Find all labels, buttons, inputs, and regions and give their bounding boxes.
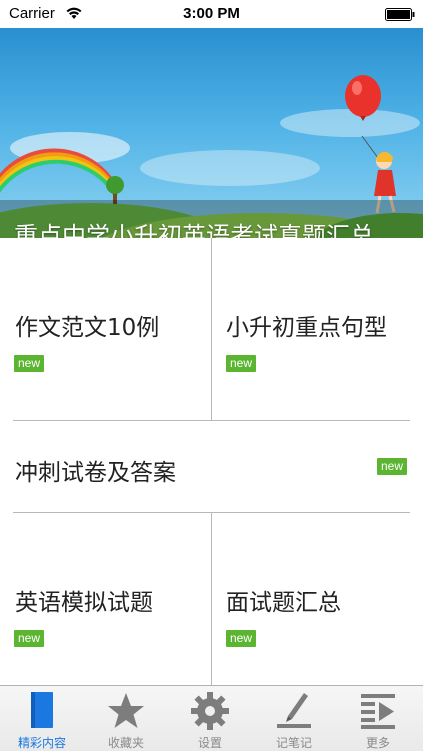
book-icon [31, 692, 53, 728]
grid-item-label: 冲刺试卷及答案 [15, 460, 176, 486]
new-badge: new [14, 355, 45, 372]
tab-take-notes[interactable]: 记笔记 [252, 686, 336, 751]
new-badge: new [14, 630, 45, 647]
tab-label: 记笔记 [275, 736, 312, 750]
divider [211, 238, 212, 420]
banner[interactable]: 重点中学小升初英语考试真题汇总 [0, 28, 423, 238]
tab-more[interactable]: 更多 [336, 686, 420, 751]
battery-icon [385, 8, 415, 21]
grid-item-mock-papers-answers[interactable]: 冲刺试卷及答案 new [0, 421, 423, 512]
more-icon [361, 694, 395, 729]
tab-favorites[interactable]: 收藏夹 [84, 686, 168, 751]
tab-label: 设置 [197, 736, 222, 750]
grid-item-label: 小升初重点句型 [226, 315, 387, 341]
tab-label: 更多 [365, 736, 390, 750]
tab-settings[interactable]: 设置 [168, 686, 252, 751]
grid-item-label: 面试题汇总 [226, 590, 341, 616]
status-bar: Carrier 3:00 PM [0, 0, 423, 28]
content-grid: 作文范文10例 new 小升初重点句型 new 冲刺试卷及答案 new 英语模拟… [0, 238, 423, 685]
banner-title: 重点中学小升初英语考试真题汇总 [14, 222, 374, 238]
grid-item-mock-exam[interactable]: 英语模拟试题 new [0, 513, 211, 685]
divider [211, 513, 212, 685]
grid-item-key-sentences[interactable]: 小升初重点句型 new [212, 238, 423, 420]
pen-icon [277, 693, 311, 728]
gear-icon [191, 692, 229, 730]
tab-bar: 精彩内容 收藏夹 设置 记笔记 更多 [0, 685, 423, 751]
new-badge: new [226, 630, 257, 647]
grid-item-essay-samples[interactable]: 作文范文10例 new [0, 238, 211, 420]
new-badge: new [226, 355, 257, 372]
tab-label: 收藏夹 [107, 736, 144, 750]
tab-featured-content[interactable]: 精彩内容 [0, 686, 84, 751]
grid-item-interview-questions[interactable]: 面试题汇总 new [212, 513, 423, 685]
tab-label: 精彩内容 [17, 736, 66, 750]
grid-item-label: 英语模拟试题 [15, 590, 153, 616]
grid-item-label: 作文范文10例 [15, 315, 160, 341]
new-badge: new [377, 458, 408, 475]
star-icon [108, 693, 144, 728]
status-time: 3:00 PM [183, 5, 240, 22]
